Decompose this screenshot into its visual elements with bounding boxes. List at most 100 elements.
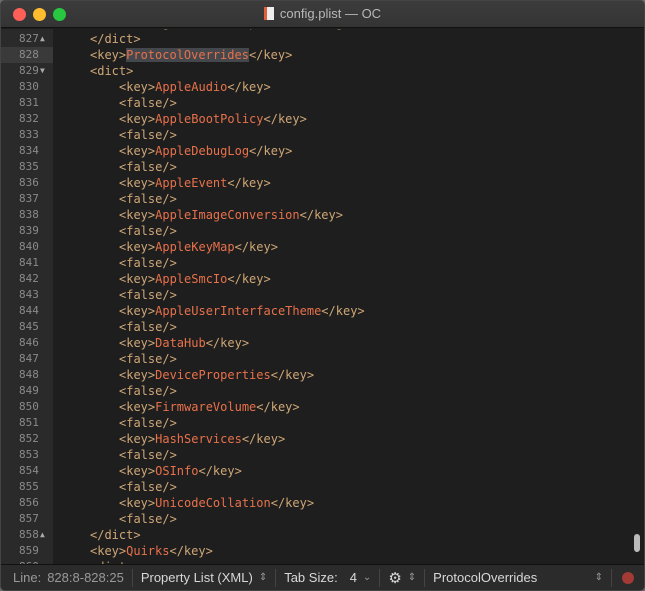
code-line[interactable]: 836 <key>AppleEvent</key> xyxy=(1,175,630,191)
tag-close: </key> xyxy=(205,336,250,350)
code-line[interactable]: 848 <key>DeviceProperties</key> xyxy=(1,367,630,383)
code-line[interactable]: 857 <false/> xyxy=(1,511,630,527)
code-line[interactable]: 843 <false/> xyxy=(1,287,630,303)
line-number: 837 xyxy=(19,192,39,205)
tag-open: <key> xyxy=(119,80,156,94)
line-number: 841 xyxy=(19,256,39,269)
line-number: 836 xyxy=(19,176,39,189)
key-name: Quirks xyxy=(126,544,170,558)
code-line[interactable]: 842 <key>AppleSmcIo</key> xyxy=(1,271,630,287)
tag: <false/> xyxy=(119,448,177,462)
code-text: <key>HashServices</key> xyxy=(119,431,285,447)
tag: <false/> xyxy=(119,480,177,494)
key-name: AppleEvent xyxy=(155,176,228,190)
key-name: DataHub xyxy=(155,336,206,350)
code-text: <key>AppleAudio</key> xyxy=(119,79,271,95)
line-number: 857 xyxy=(19,512,39,525)
code-text: <false/> xyxy=(119,511,177,527)
code-line[interactable]: 859 <key>Quirks</key> xyxy=(1,543,630,559)
vertical-scrollbar[interactable] xyxy=(634,534,640,552)
code-line[interactable]: 835 <false/> xyxy=(1,159,630,175)
code-text: <false/> xyxy=(119,287,177,303)
line-number: 856 xyxy=(19,496,39,509)
code-line[interactable]: 845 <false/> xyxy=(1,319,630,335)
code-line[interactable]: 850 <key>FirmwareVolume</key> xyxy=(1,399,630,415)
window-title: config.plist — OC xyxy=(1,6,644,21)
code-line[interactable]: 855 <false/> xyxy=(1,479,630,495)
syntax-label: Property List (XML) xyxy=(140,570,253,585)
tab-size-value: 4 xyxy=(349,570,357,585)
line-number: 853 xyxy=(19,448,39,461)
tag: <false/> xyxy=(119,288,177,302)
code-line[interactable]: 854 <key>OSInfo</key> xyxy=(1,463,630,479)
tab-size-selector[interactable]: Tab Size: 4 ⌄ xyxy=(276,568,381,587)
key-name: ProtocolOverrides xyxy=(126,48,249,62)
key-name: AppleSmcIo xyxy=(155,272,228,286)
code-text: <false/> xyxy=(119,127,177,143)
code-text: </dict> xyxy=(90,527,141,543)
code-line[interactable]: 846 <key>DataHub</key> xyxy=(1,335,630,351)
code-line[interactable]: 858 ▲ </dict> xyxy=(1,527,630,543)
line-number: 840 xyxy=(19,240,39,253)
code-line[interactable]: 840 <key>AppleKeyMap</key> xyxy=(1,239,630,255)
code-line[interactable]: 831 <false/> xyxy=(1,95,630,111)
code-text: <key>DataHub</key> xyxy=(119,335,249,351)
tag-open: <string> xyxy=(119,29,177,30)
code-text: <false/> xyxy=(119,479,177,495)
fold-down-icon[interactable]: ▼ xyxy=(40,63,45,79)
fold-up-icon[interactable]: ▲ xyxy=(40,31,45,47)
code-text: <false/> xyxy=(119,191,177,207)
code-text: <key>AppleUserInterfaceTheme</key> xyxy=(119,303,365,319)
symbol-label: ProtocolOverrides xyxy=(433,570,538,585)
code-line[interactable]: 833 <false/> xyxy=(1,127,630,143)
code-line[interactable]: 847 <false/> xyxy=(1,351,630,367)
code-text: <key>FirmwareVolume</key> xyxy=(119,399,300,415)
key-name: AppleAudio xyxy=(155,80,228,94)
line-number: 835 xyxy=(19,160,39,173)
code-text: <key>UnicodeCollation</key> xyxy=(119,495,314,511)
code-text: <key>AppleSmcIo</key> xyxy=(119,271,271,287)
title-bar: config.plist — OC xyxy=(1,1,644,28)
chevron-down-icon: ⌄ xyxy=(362,572,372,583)
code-line[interactable]: 856 <key>UnicodeCollation</key> xyxy=(1,495,630,511)
code-line[interactable]: 829 ▼ <dict> xyxy=(1,63,630,79)
tag-open: <key> xyxy=(119,400,156,414)
code-line[interactable]: 827 ▲ </dict> xyxy=(1,31,630,47)
code-line[interactable]: 828 <key>ProtocolOverrides</key> xyxy=(1,47,630,63)
tag-open: <key> xyxy=(119,272,156,286)
code-editor[interactable]: 826<string>BuiltinGraphics</string>827▲<… xyxy=(1,29,644,564)
status-bar: Line: 828:8-828:25 Property List (XML) ⇕… xyxy=(1,564,644,590)
tag-open: <key> xyxy=(119,208,156,222)
code-line[interactable]: 841 <false/> xyxy=(1,255,630,271)
line-label: Line: xyxy=(13,570,42,585)
code-line[interactable]: 832 <key>AppleBootPolicy</key> xyxy=(1,111,630,127)
line-number: 829 xyxy=(19,64,39,77)
code-line[interactable]: 851 <false/> xyxy=(1,415,630,431)
line-position[interactable]: 828:8-828:25 xyxy=(47,570,124,585)
code-line[interactable]: 830 <key>AppleAudio</key> xyxy=(1,79,630,95)
code-text: <false/> xyxy=(119,383,177,399)
line-number: 844 xyxy=(19,304,39,317)
code-line[interactable]: 852 <key>HashServices</key> xyxy=(1,431,630,447)
macro-record-button[interactable] xyxy=(612,571,644,584)
symbol-selector[interactable]: ProtocolOverrides ⇕ xyxy=(425,568,612,587)
syntax-selector[interactable]: Property List (XML) ⇕ xyxy=(133,568,277,587)
code-text: <false/> xyxy=(119,95,177,111)
code-line[interactable]: 838 <key>AppleImageConversion</key> xyxy=(1,207,630,223)
code-line[interactable]: 849 <false/> xyxy=(1,383,630,399)
code-line[interactable]: 837 <false/> xyxy=(1,191,630,207)
fold-up-icon[interactable]: ▲ xyxy=(40,527,45,543)
settings-menu[interactable]: ⚙ ⇕ xyxy=(380,568,426,587)
tag-open: <key> xyxy=(119,336,156,350)
code-line[interactable]: 839 <false/> xyxy=(1,223,630,239)
tag: <false/> xyxy=(119,384,177,398)
code-line[interactable]: 853 <false/> xyxy=(1,447,630,463)
editor-window: config.plist — OC 826<string>BuiltinGrap… xyxy=(0,0,645,591)
code-line[interactable]: 834 <key>AppleDebugLog</key> xyxy=(1,143,630,159)
code-text: <key>OSInfo</key> xyxy=(119,463,242,479)
key-name: HashServices xyxy=(155,432,242,446)
key-name: AppleImageConversion xyxy=(155,208,300,222)
tag: <false/> xyxy=(119,256,177,270)
code-line[interactable]: 844 <key>AppleUserInterfaceTheme</key> xyxy=(1,303,630,319)
code-text: <false/> xyxy=(119,447,177,463)
